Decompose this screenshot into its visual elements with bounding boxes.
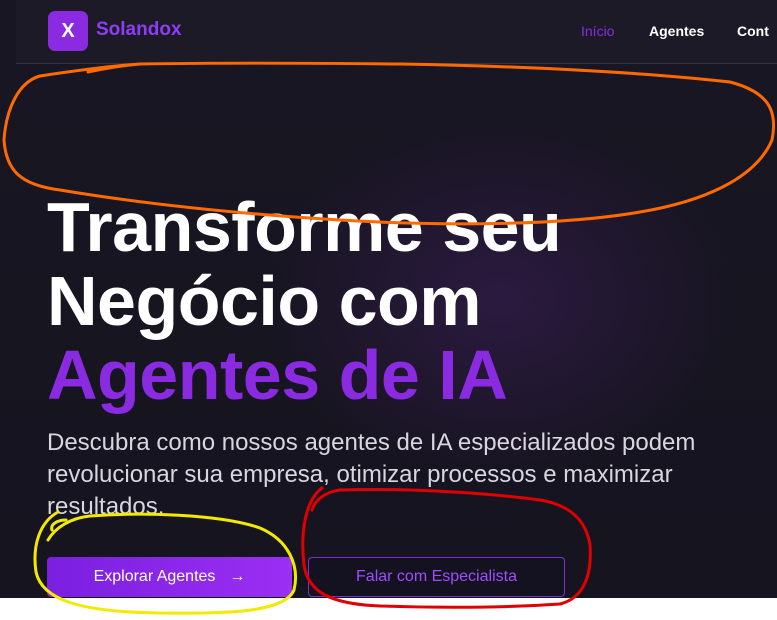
brand-name[interactable]: Solandox	[96, 19, 182, 41]
arrow-right-icon: →	[229, 568, 246, 585]
navbar: X Solandox Início Agentes Cont	[16, 0, 777, 64]
nav-link-contato[interactable]: Cont	[737, 23, 769, 39]
nav-link-agentes[interactable]: Agentes	[649, 23, 704, 39]
logo-icon[interactable]: X	[48, 11, 88, 51]
hero-subtitle: Descubra como nossos agentes de IA espec…	[47, 429, 696, 520]
page-viewport: X Solandox Início Agentes Cont Transform…	[0, 0, 777, 598]
hero-title-line-2: Negócio com	[47, 262, 482, 340]
explore-agents-label: Explorar Agentes	[93, 568, 216, 585]
hero-title-line-1: Transforme seu	[47, 188, 562, 266]
nav-link-inicio[interactable]: Início	[581, 23, 614, 39]
hero-title: Transforme seu Negócio com Agentes de IA	[47, 188, 562, 414]
explore-agents-button[interactable]: Explorar Agentes →	[47, 557, 292, 597]
hero-title-accent: Agentes de IA	[47, 336, 508, 414]
talk-to-specialist-button[interactable]: Falar com Especialista	[308, 557, 565, 597]
talk-to-specialist-label: Falar com Especialista	[356, 568, 517, 585]
